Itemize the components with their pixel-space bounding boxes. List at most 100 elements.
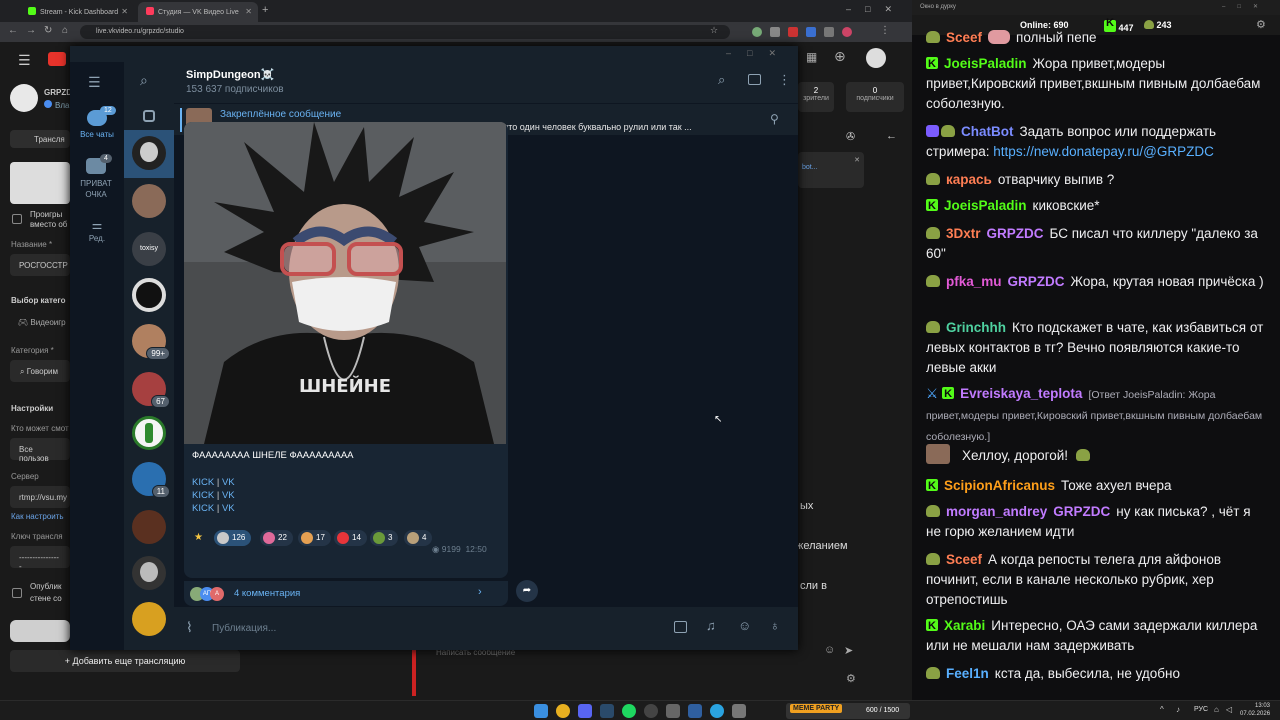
folder-private[interactable]: 4 ПРИВАТ ОЧКА <box>74 154 118 200</box>
chat-username[interactable]: карась <box>946 172 992 187</box>
publish-checkbox[interactable] <box>12 588 22 598</box>
obs-icon[interactable] <box>644 704 658 718</box>
tray-mic-icon[interactable]: ♪ <box>1176 705 1180 714</box>
category-input[interactable]: ⌕ Говорим <box>10 360 70 382</box>
volume-icon[interactable]: ◁ <box>1226 705 1232 714</box>
window-controls[interactable]: –□✕ <box>846 4 906 15</box>
tg-menu-icon[interactable]: ☰ <box>88 74 101 91</box>
kick-link[interactable]: KICK <box>192 503 214 514</box>
name-input[interactable]: РОСГОССТР <box>10 254 70 276</box>
reaction[interactable]: 17 <box>298 530 331 546</box>
back-icon[interactable]: ← <box>8 25 18 36</box>
who-can-select[interactable]: Все пользов <box>10 438 70 463</box>
stream-preview-thumbnail[interactable] <box>10 162 70 204</box>
folder-edit[interactable]: ⚌ Ред. <box>74 218 120 243</box>
reload-icon[interactable]: ↻ <box>44 25 52 36</box>
play-checkbox[interactable] <box>12 214 22 224</box>
tray-arrow-icon[interactable]: ^ <box>1160 705 1164 714</box>
clock[interactable]: 13:03 07.02.2026 <box>1240 702 1270 718</box>
chat-username[interactable]: Evreiskaya_teplota <box>960 386 1082 401</box>
steam-icon[interactable] <box>600 704 614 718</box>
tg-window-controls[interactable]: –□✕ <box>726 48 792 59</box>
forward-icon[interactable]: → <box>26 25 36 36</box>
publication-input[interactable]: Публикация... <box>212 623 276 634</box>
close-tab-icon[interactable]: ✕ <box>121 7 128 16</box>
profile-icon[interactable] <box>842 27 852 37</box>
chat-username[interactable]: Feel1n <box>946 666 989 681</box>
chat-avatar-simpdungeon[interactable] <box>132 136 166 170</box>
chat-window-controls[interactable]: –□✕ <box>1222 3 1270 10</box>
sidebar-toggle-icon[interactable] <box>748 74 761 85</box>
chat-avatar[interactable] <box>132 416 166 450</box>
how-setup-link[interactable]: Как настроить <box>11 512 64 521</box>
kick-link[interactable]: KICK <box>192 477 214 488</box>
extension-icon[interactable] <box>824 27 834 37</box>
extension-icon[interactable] <box>770 27 780 37</box>
chat-username[interactable]: JoeisPaladin <box>944 198 1027 213</box>
chat-avatar[interactable] <box>132 602 166 636</box>
new-tab-button[interactable]: + <box>262 4 268 16</box>
save-button[interactable] <box>10 620 70 642</box>
chat-username[interactable]: ChatBot <box>961 124 1014 139</box>
key-input[interactable]: ---------------- <box>10 546 70 571</box>
emoji-icon[interactable]: ☺ <box>824 644 835 656</box>
send-icon[interactable]: ➤ <box>844 644 853 657</box>
discord-icon[interactable] <box>578 704 592 718</box>
schedule-icon[interactable] <box>674 621 687 633</box>
studio-icon[interactable]: ▦ <box>806 50 817 64</box>
reaction[interactable]: 3 <box>370 530 399 546</box>
header-search-icon[interactable]: ⌕ <box>718 72 725 88</box>
chat-username[interactable]: Grinchhh <box>946 320 1006 335</box>
back-arrow-icon[interactable]: ← <box>886 130 897 142</box>
chat-username[interactable]: ScipionAfricanus <box>944 478 1055 493</box>
language-indicator[interactable]: РУС <box>1194 706 1208 713</box>
kick-link[interactable]: KICK <box>192 490 214 501</box>
tab-kick-dashboard[interactable]: Stream - Kick Dashboard ✕ <box>20 2 134 22</box>
pin-icon[interactable]: ✇ <box>846 130 855 143</box>
games-category[interactable]: 🎮︎ Видеоигр <box>18 318 66 327</box>
chat-mention[interactable]: GRPZDC <box>1053 504 1110 519</box>
chat-username[interactable]: JoeisPaladin <box>944 56 1027 71</box>
home-icon[interactable]: ⌂ <box>62 25 68 36</box>
meme-party-widget[interactable]: MEME PARTY 600 / 1500 <box>786 703 910 719</box>
add-stream-button[interactable]: + Добавить еще трансляцию <box>10 650 240 672</box>
post-photo[interactable]: ШНЕЙНЕ <box>184 122 506 444</box>
tg-channel-header[interactable]: SimpDungeon☠️ 153 637 подписчиков ⌕ ⋮ <box>174 62 798 104</box>
chat-item-with-badge[interactable]: 99+ <box>132 324 170 360</box>
more-options-icon[interactable]: ⋮ <box>778 72 791 88</box>
start-menu-icon[interactable] <box>534 704 548 718</box>
chat-mention[interactable]: GRPZDC <box>987 226 1044 241</box>
close-notice-icon[interactable]: ✕ <box>802 156 860 164</box>
vk-link[interactable]: VK <box>222 503 235 514</box>
bookmark-star-icon[interactable]: ☆ <box>710 25 718 36</box>
network-icon[interactable]: ⌂ <box>1214 705 1219 714</box>
chat-username[interactable]: Sceef <box>946 552 982 567</box>
folder-all-chats[interactable]: 12 Все чаты <box>74 106 120 139</box>
chat-avatar[interactable] <box>132 510 166 544</box>
chat-avatar[interactable] <box>132 556 166 590</box>
reaction[interactable]: 4 <box>404 530 433 546</box>
chrome-icon[interactable] <box>556 704 570 718</box>
donate-link[interactable]: https://new.donatepay.ru/@GRPZDC <box>993 144 1214 159</box>
telegram-icon[interactable] <box>710 704 724 718</box>
settings-gear-icon[interactable]: ⚙ <box>846 672 856 685</box>
spotify-icon[interactable] <box>622 704 636 718</box>
share-icon[interactable]: ➦ <box>516 580 538 602</box>
chat-avatar-toxisy[interactable]: toxisy <box>132 232 166 266</box>
hamburger-icon[interactable]: ☰ <box>18 52 31 69</box>
chat-avatar[interactable] <box>132 278 166 312</box>
chat-username[interactable]: Sceef <box>946 30 982 45</box>
reaction[interactable]: 22 <box>260 530 293 546</box>
chat-item-with-badge[interactable]: 67 <box>132 372 170 408</box>
pinned-list-icon[interactable]: ⚲ <box>770 112 779 126</box>
tab-vk-studio[interactable]: Студия — VK Видео Live ✕ <box>138 2 258 22</box>
chat-item-with-badge[interactable]: 11 <box>132 462 170 498</box>
emoji-icon[interactable]: ☺ <box>738 618 751 633</box>
vk-link[interactable]: VK <box>222 477 235 488</box>
app-icon[interactable] <box>688 704 702 718</box>
close-tab-icon[interactable]: ✕ <box>245 7 252 16</box>
tg-search-icon[interactable]: ⌕ <box>140 72 148 89</box>
chat-avatar[interactable] <box>132 184 166 218</box>
extension-icon[interactable] <box>752 27 762 37</box>
chat-username[interactable]: 3Dxtr <box>946 226 981 241</box>
